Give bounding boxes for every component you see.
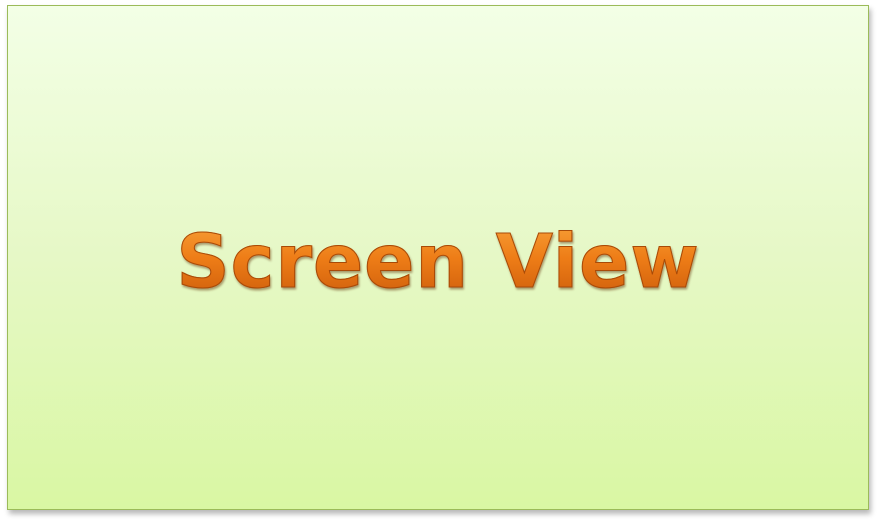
panel-title: Screen View <box>176 218 700 305</box>
screen-view-panel: Screen View <box>7 5 869 510</box>
